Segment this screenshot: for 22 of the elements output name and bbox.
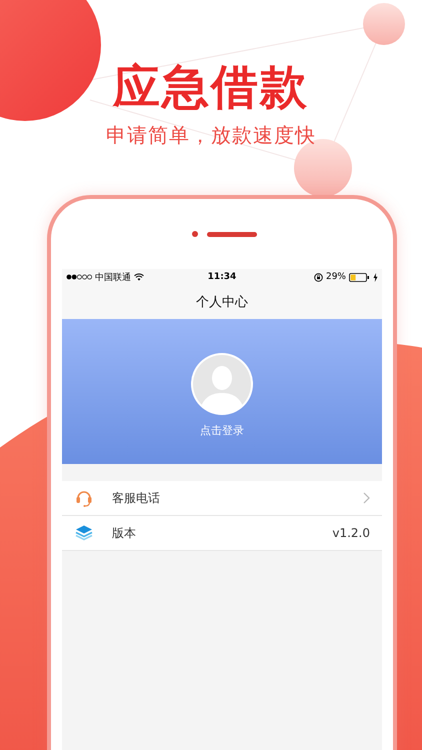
speaker-grille xyxy=(206,232,256,236)
layers-icon xyxy=(75,525,93,541)
version-number: v1.2.0 xyxy=(332,526,370,540)
rotation-lock-icon xyxy=(314,272,323,282)
page-title: 个人中心 xyxy=(196,294,248,311)
subtitle: 申请简单，放款速度快 xyxy=(106,122,316,148)
carrier-name: 中国联通 xyxy=(95,272,131,284)
chevron-right-icon xyxy=(363,492,370,504)
status-time: 11:34 xyxy=(208,272,236,282)
wifi-icon xyxy=(134,273,144,281)
menu-row[interactable]: 客服电话 xyxy=(62,481,382,516)
headline: 应急借款 xyxy=(113,60,309,116)
menu-label: 版本 xyxy=(112,524,137,542)
battery-icon xyxy=(349,272,370,282)
avatar-icon[interactable] xyxy=(191,353,253,415)
charging-icon xyxy=(373,272,378,282)
menu-row[interactable]: 版本 v1.2.0 xyxy=(62,516,382,551)
signal-icon xyxy=(66,274,92,280)
camera-dot xyxy=(192,231,198,237)
battery-percent: 29% xyxy=(326,272,346,282)
menu-label: 客服电话 xyxy=(112,490,161,506)
headset-icon xyxy=(75,489,93,507)
